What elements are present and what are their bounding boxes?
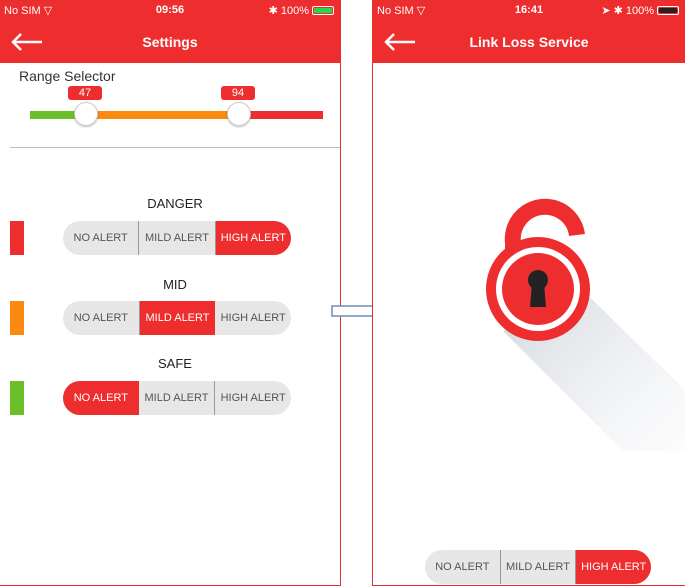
mid-high-alert-option[interactable]: HIGH ALERT bbox=[215, 301, 291, 335]
bluetooth-icon: ✱ bbox=[268, 5, 278, 17]
battery-icon bbox=[657, 6, 679, 15]
danger-no-alert-option[interactable]: NO ALERT bbox=[63, 221, 138, 255]
page-title: Settings bbox=[142, 34, 198, 50]
mid-mild-alert-option[interactable]: MILD ALERT bbox=[138, 301, 216, 335]
status-bar: No SIM ▽ 09:56 ✱ 100% bbox=[0, 1, 340, 21]
page-title: Link Loss Service bbox=[469, 34, 589, 50]
safe-no-alert-option[interactable]: NO ALERT bbox=[63, 381, 139, 415]
bluetooth-icon: ✱ bbox=[613, 5, 623, 17]
unlocked-padlock-icon bbox=[486, 198, 685, 451]
link-loss-screen: No SIM ▽ 16:41 ➤ ✱ 100% Link Loss Servic… bbox=[372, 0, 685, 586]
nav-bar: Settings bbox=[0, 21, 340, 63]
nav-bar: Link Loss Service bbox=[373, 21, 685, 63]
battery-percent: 100% bbox=[280, 4, 309, 17]
battery-status: ✱ 100% bbox=[269, 4, 334, 17]
link-loss-mild-alert-option[interactable]: MILD ALERT bbox=[499, 550, 576, 584]
range-selector-label: Range Selector bbox=[19, 68, 116, 84]
safe-alert-selector: NO ALERT MILD ALERT HIGH ALERT bbox=[63, 381, 291, 415]
danger-high-alert-option[interactable]: HIGH ALERT bbox=[214, 221, 291, 255]
battery-percent: 100% bbox=[625, 4, 654, 17]
danger-alert-selector: NO ALERT MILD ALERT HIGH ALERT bbox=[63, 221, 291, 255]
range-low-value-badge: 47 bbox=[68, 86, 102, 100]
danger-color-swatch bbox=[10, 221, 24, 255]
range-low-thumb[interactable] bbox=[74, 102, 98, 126]
group-title-mid: MID bbox=[163, 277, 187, 292]
range-track-mid bbox=[88, 111, 240, 119]
settings-screen: No SIM ▽ 09:56 ✱ 100% Settings Range Sel… bbox=[0, 0, 341, 586]
range-high-thumb[interactable] bbox=[227, 102, 251, 126]
link-loss-high-alert-option[interactable]: HIGH ALERT bbox=[575, 550, 651, 584]
safe-high-alert-option[interactable]: HIGH ALERT bbox=[214, 381, 291, 415]
divider bbox=[10, 147, 340, 148]
battery-icon bbox=[312, 6, 334, 15]
safe-mild-alert-option[interactable]: MILD ALERT bbox=[139, 381, 215, 415]
range-track-danger bbox=[240, 111, 323, 119]
group-title-safe: SAFE bbox=[158, 356, 192, 371]
battery-status: ➤ ✱ 100% bbox=[601, 4, 679, 17]
danger-mild-alert-option[interactable]: MILD ALERT bbox=[138, 221, 214, 255]
range-high-value-badge: 94 bbox=[221, 86, 255, 100]
group-title-danger: DANGER bbox=[147, 196, 203, 211]
location-icon: ➤ bbox=[601, 5, 611, 17]
link-loss-alert-selector: NO ALERT MILD ALERT HIGH ALERT bbox=[425, 550, 651, 584]
safe-color-swatch bbox=[10, 381, 24, 415]
mid-alert-selector: NO ALERT MILD ALERT HIGH ALERT bbox=[63, 301, 291, 335]
mid-no-alert-option[interactable]: NO ALERT bbox=[63, 301, 139, 335]
mid-color-swatch bbox=[10, 301, 24, 335]
link-loss-no-alert-option[interactable]: NO ALERT bbox=[425, 550, 500, 584]
status-bar: No SIM ▽ 16:41 ➤ ✱ 100% bbox=[373, 1, 685, 21]
